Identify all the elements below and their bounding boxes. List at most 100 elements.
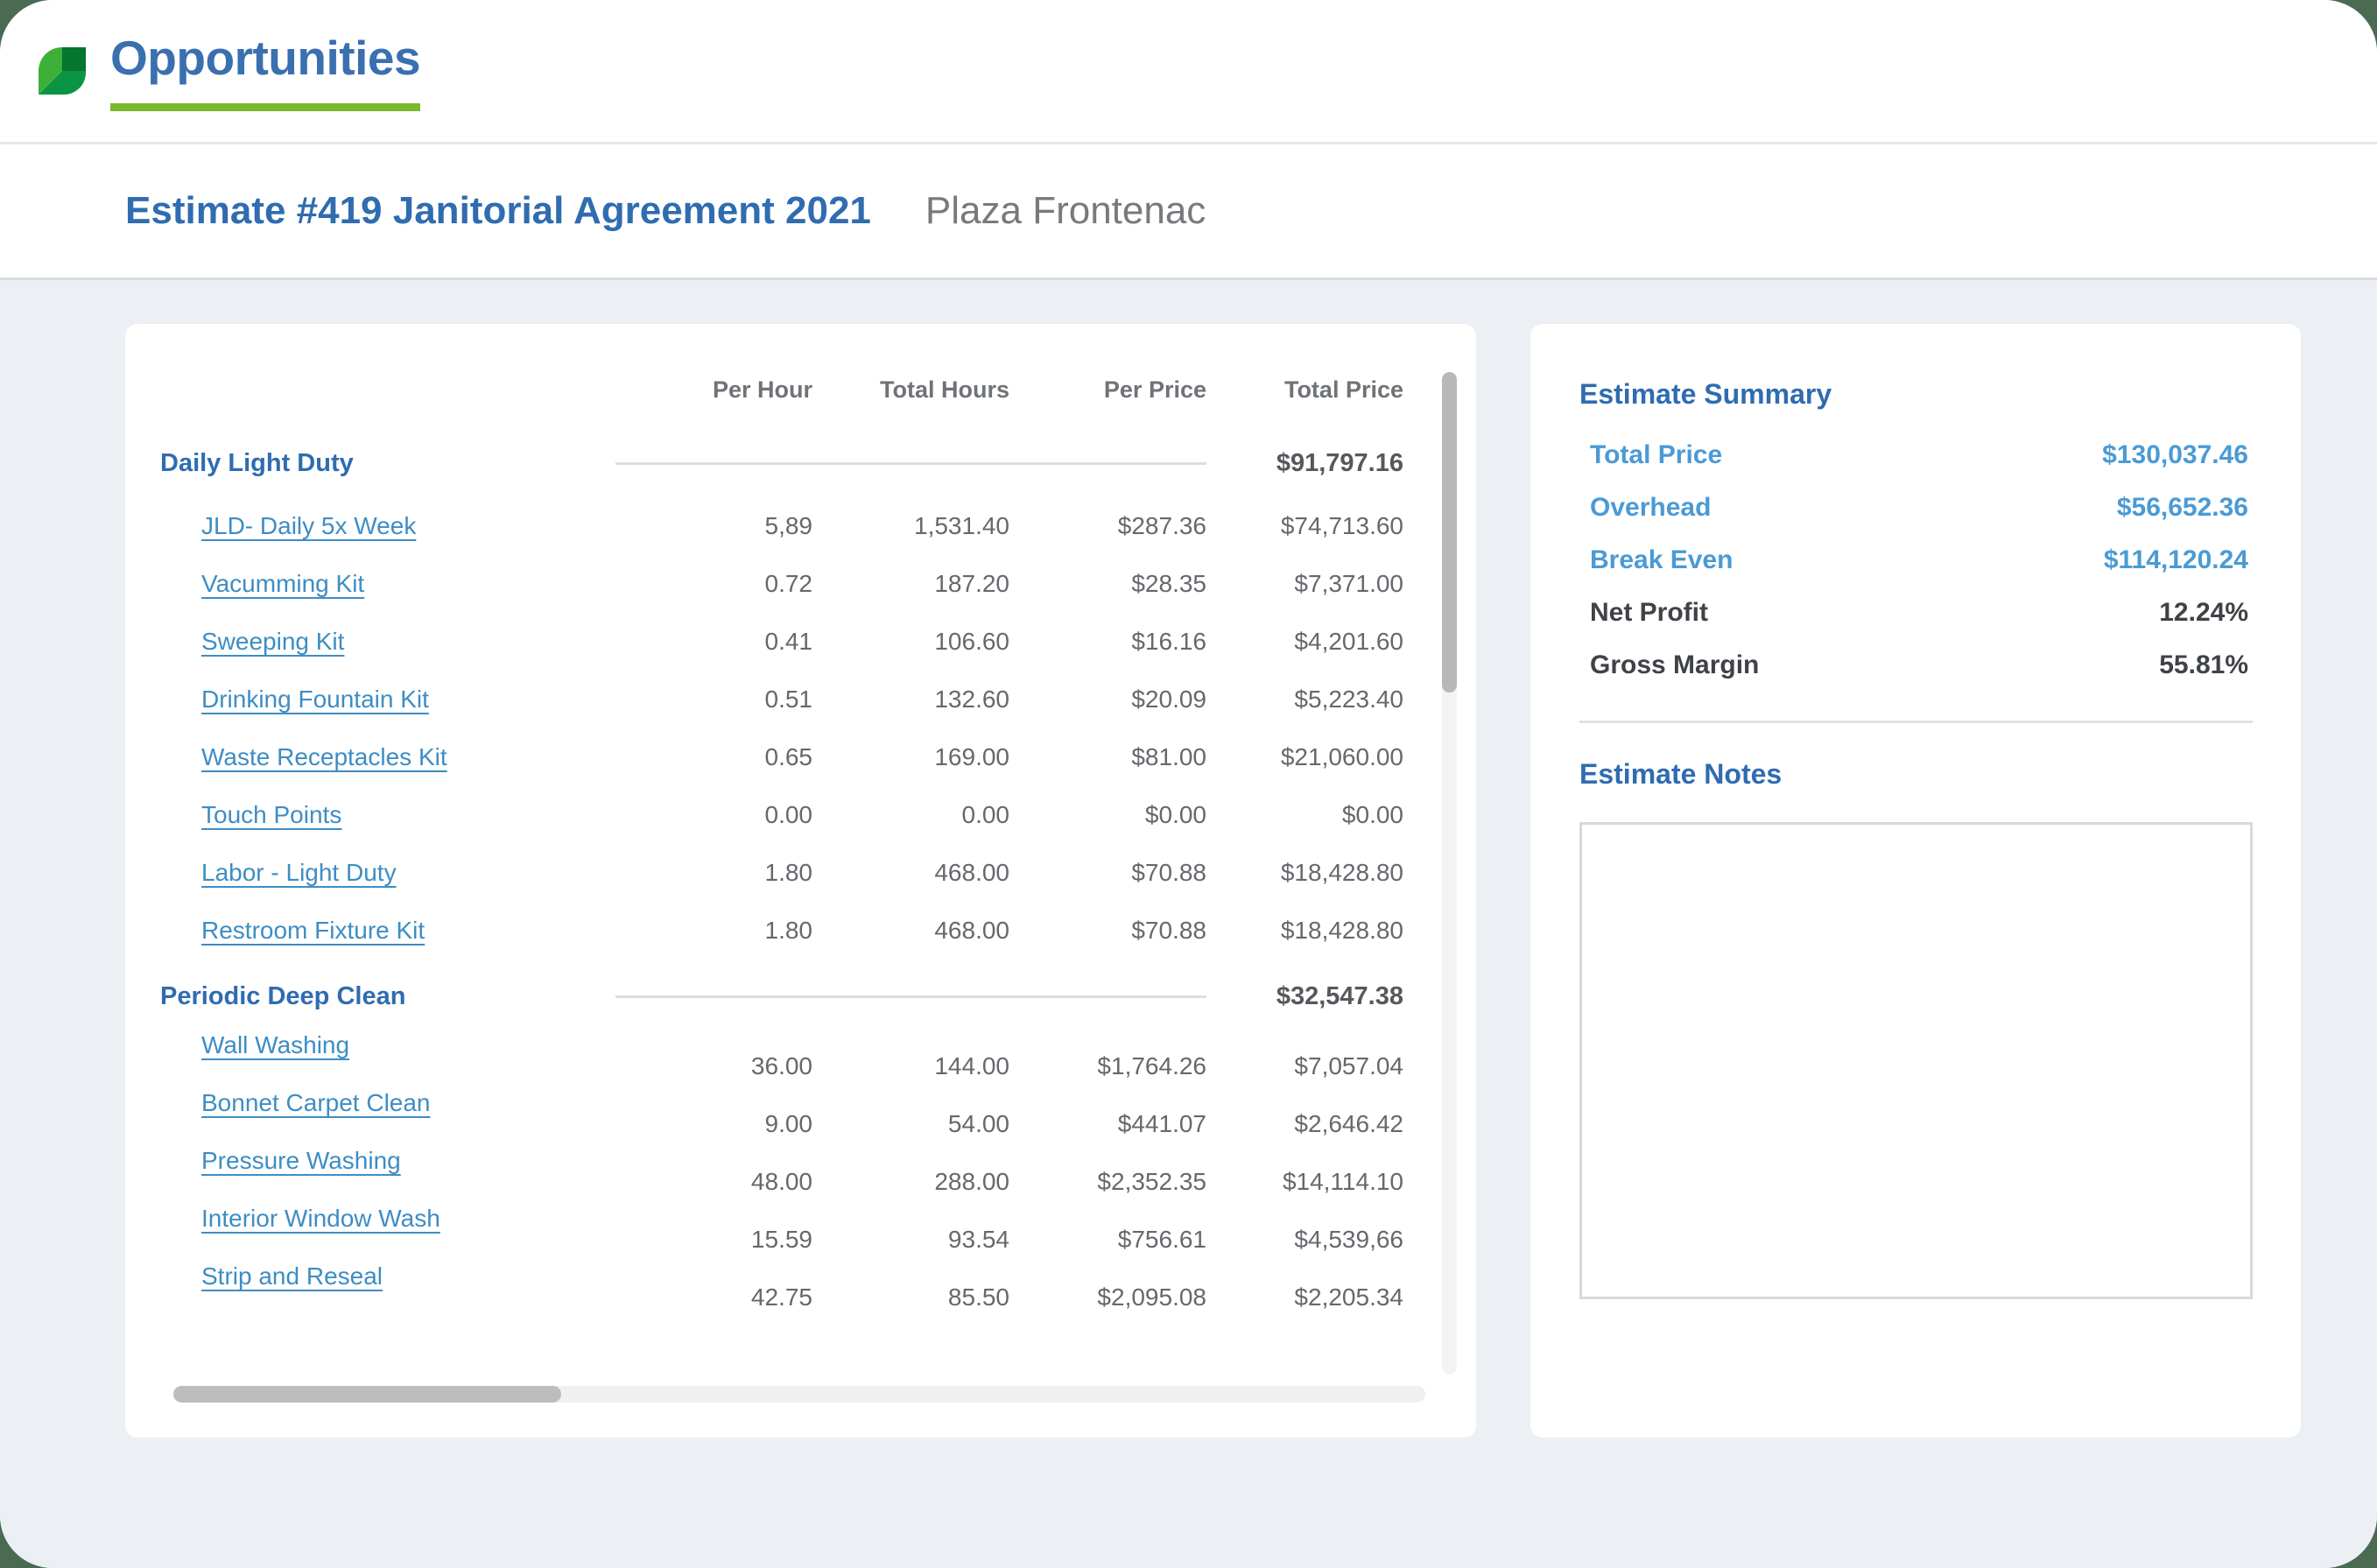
line-item-group-header: Periodic Deep Clean $32,547.38 [160, 960, 1403, 1030]
summary-row: Net Profit 12.24% [1579, 598, 2253, 628]
line-item-name-cell: Sweeping Kit [160, 613, 615, 671]
main-content: Per Hour Total Hours Per Price Total Pri… [0, 280, 2377, 1568]
line-item-link[interactable]: Wall Washing [160, 1031, 349, 1059]
cell-per-hour: 0.41 [764, 628, 813, 655]
summary-label: Total Price [1590, 440, 1723, 469]
cell-per-hour: 0.00 [764, 801, 813, 828]
cell-per-hour: 48.00 [750, 1168, 812, 1195]
line-item-name-cell: Vacumming Kit [160, 555, 615, 613]
line-item-link[interactable]: Labor - Light Duty [160, 859, 397, 887]
cell-per-hour: 9.00 [764, 1110, 813, 1137]
table-row: Interior Window Wash 15.59 93.54 $756.61 $4,… [160, 1204, 1403, 1262]
cell-per-hour: 36.00 [750, 1052, 812, 1079]
cell-total-price: $74,713.60 [1280, 512, 1403, 539]
cell-total-price: $0.00 [1341, 801, 1403, 828]
estimate-summary-list: Total Price $130,037.46 Overhead $56,652.36… [1579, 440, 2253, 680]
cell-per-price: $287.36 [1117, 512, 1206, 539]
summary-label: Overhead [1590, 493, 1712, 522]
line-item-link[interactable]: Waste Receptacles Kit [160, 743, 447, 771]
table-row: Drinking Fountain Kit 0.51 132.60 $20.09 $5,… [160, 671, 1403, 728]
summary-row: Overhead $56,652.36 [1579, 493, 2253, 523]
table-row: Pressure Washing 48.00 288.00 $2,352.35 $14,… [160, 1146, 1403, 1204]
table-header-row: Per Hour Total Hours Per Price Total Pri… [160, 324, 1403, 426]
estimate-summary-heading: Estimate Summary [1579, 378, 1832, 410]
estimate-notes-input[interactable] [1579, 822, 2253, 1299]
summary-value: $114,120.24 [2103, 545, 2248, 574]
group-name: Periodic Deep Clean [160, 982, 406, 1010]
line-item-link[interactable]: Touch Points [160, 801, 341, 829]
cell-total-price: $18,428.80 [1280, 917, 1403, 944]
horizontal-scrollbar-thumb[interactable] [173, 1386, 562, 1403]
cell-total-hours: 288.00 [934, 1168, 1009, 1195]
cell-per-hour: 15.59 [750, 1226, 812, 1253]
cell-per-hour: 42.75 [750, 1283, 812, 1311]
group-rule-cell [615, 960, 1206, 1030]
cell-total-hours: 54.00 [947, 1110, 1009, 1137]
line-item-link[interactable]: Strip and Reseal [160, 1262, 383, 1290]
cell-total-hours: 187.20 [934, 570, 1009, 597]
table-row: Restroom Fixture Kit 1.80 468.00 $70.88 $18,… [160, 902, 1403, 960]
summary-label: Gross Margin [1590, 650, 1760, 679]
line-items-scroll-viewport[interactable]: Per Hour Total Hours Per Price Total Pri… [125, 324, 1441, 1385]
horizontal-scrollbar[interactable] [173, 1386, 1425, 1403]
column-header-total-hours: Total Hours [880, 376, 1009, 403]
cell-total-price: $7,057.04 [1294, 1052, 1403, 1079]
table-row: Bonnet Carpet Clean 9.00 54.00 $441.07 $2,64… [160, 1088, 1403, 1146]
vertical-scrollbar[interactable] [1442, 372, 1457, 1375]
line-items-card: Per Hour Total Hours Per Price Total Pri… [125, 324, 1476, 1438]
cell-per-price: $1,764.26 [1097, 1052, 1206, 1079]
estimate-summary-card: Estimate Summary Total Price $130,037.46 O… [1530, 324, 2301, 1438]
column-header-name [160, 324, 615, 426]
line-item-name-cell: Drinking Fountain Kit [160, 671, 615, 728]
page-header: Opportunities [0, 0, 2377, 144]
table-body: Daily Light Duty $91,797.16 JLD- Daily 5x … [160, 426, 1403, 1319]
line-item-name-cell: JLD- Daily 5x Week [160, 497, 615, 555]
summary-label: Net Profit [1590, 598, 1708, 627]
table-row: Waste Receptacles Kit 0.65 169.00 $81.00 $21… [160, 728, 1403, 786]
line-item-link[interactable]: Vacumming Kit [160, 570, 364, 598]
table-row: Touch Points 0.00 0.00 $0.00 $0.00 [160, 786, 1403, 844]
summary-value: 55.81% [2159, 650, 2248, 679]
vertical-scrollbar-thumb[interactable] [1442, 372, 1457, 693]
group-name: Daily Light Duty [160, 449, 354, 477]
line-item-link[interactable]: JLD- Daily 5x Week [160, 512, 416, 540]
cell-total-price: $2,646.42 [1294, 1110, 1403, 1137]
line-item-name-cell: Strip and Reseal [160, 1262, 615, 1319]
cell-per-price: $2,352.35 [1097, 1168, 1206, 1195]
group-divider-line [615, 462, 1206, 465]
line-item-link[interactable]: Drinking Fountain Kit [160, 686, 429, 714]
cell-total-hours: 468.00 [934, 859, 1009, 886]
cell-per-price: $756.61 [1117, 1226, 1206, 1253]
cell-total-price: $4,539,66 [1294, 1226, 1403, 1253]
line-item-link[interactable]: Sweeping Kit [160, 628, 344, 656]
cell-total-hours: 106.60 [934, 628, 1009, 655]
cell-per-price: $16.16 [1131, 628, 1206, 655]
line-item-link[interactable]: Interior Window Wash [160, 1205, 440, 1233]
cell-per-hour: 0.51 [764, 686, 813, 713]
line-item-link[interactable]: Bonnet Carpet Clean [160, 1089, 431, 1117]
summary-value: $130,037.46 [2102, 440, 2248, 469]
summary-label: Break Even [1590, 545, 1734, 574]
table-row: Vacumming Kit 0.72 187.20 $28.35 $7,371.00 [160, 555, 1403, 613]
cell-per-price: $70.88 [1131, 859, 1206, 886]
table-row: JLD- Daily 5x Week 5,89 1,531.40 $287.36 $74… [160, 497, 1403, 555]
summary-divider [1579, 721, 2253, 723]
column-header-per-hour: Per Hour [712, 376, 812, 403]
page-title: Opportunities [110, 31, 421, 85]
cell-total-price: $2,205.34 [1294, 1283, 1403, 1311]
line-item-name-cell: Restroom Fixture Kit [160, 902, 615, 960]
line-item-name-cell: Bonnet Carpet Clean [160, 1088, 615, 1146]
leaf-icon [39, 47, 86, 95]
line-item-link[interactable]: Restroom Fixture Kit [160, 917, 425, 945]
cell-per-hour: 0.72 [764, 570, 813, 597]
line-item-name-cell: Wall Washing [160, 1030, 615, 1088]
cell-total-price: $21,060.00 [1280, 743, 1403, 770]
cell-per-price: $2,095.08 [1097, 1283, 1206, 1311]
table-row: Strip and Reseal 42.75 85.50 $2,095.08 $2,20… [160, 1262, 1403, 1319]
cell-per-price: $20.09 [1131, 686, 1206, 713]
line-items-table: Per Hour Total Hours Per Price Total Pri… [160, 324, 1403, 1319]
cell-total-price: $5,223.40 [1294, 686, 1403, 713]
line-item-link[interactable]: Pressure Washing [160, 1147, 401, 1175]
table-row: Labor - Light Duty 1.80 468.00 $70.88 $18,42… [160, 844, 1403, 902]
cell-total-hours: 93.54 [947, 1226, 1009, 1253]
